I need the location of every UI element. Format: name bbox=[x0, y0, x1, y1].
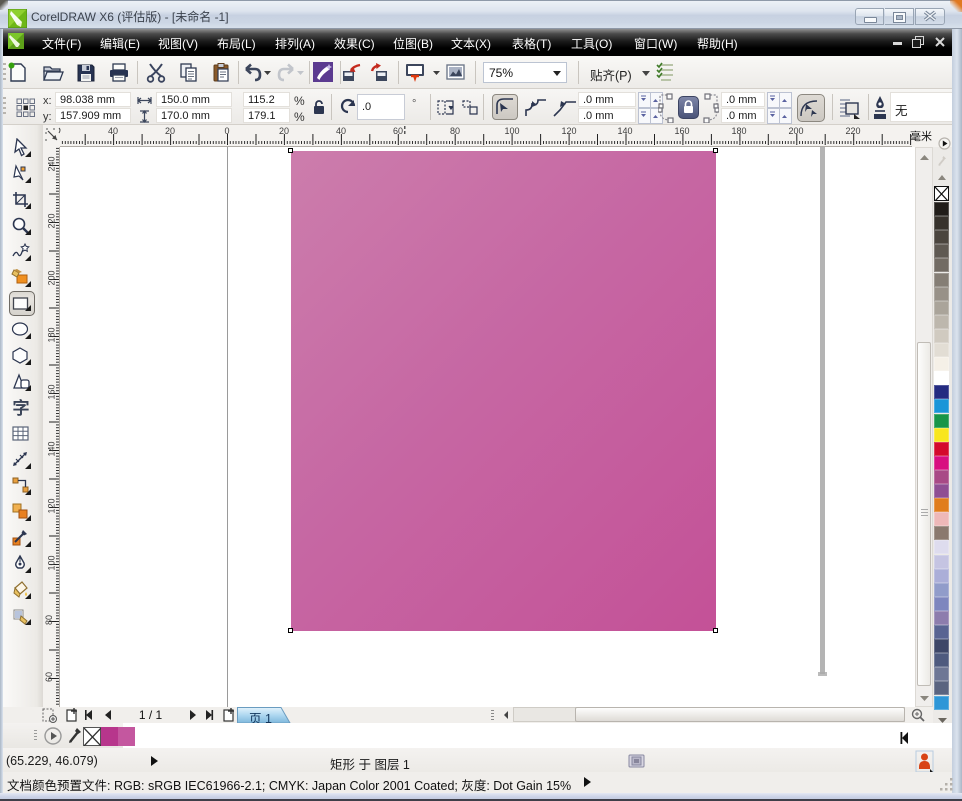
svg-text:字: 字 bbox=[13, 398, 30, 418]
